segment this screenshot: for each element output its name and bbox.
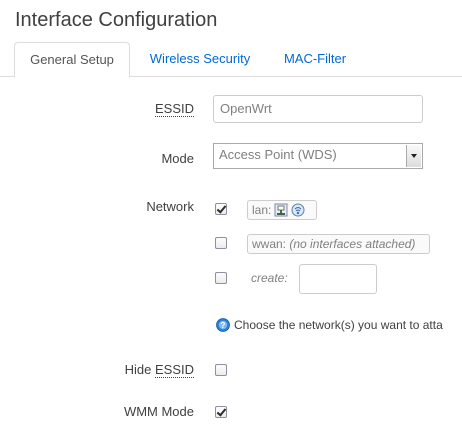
network-wwan-note: (no interfaces attached) bbox=[289, 237, 416, 251]
hide-essid-label-prefix: Hide bbox=[124, 362, 155, 377]
hide-essid-checkbox[interactable] bbox=[215, 364, 227, 376]
network-lan-option[interactable]: lan: bbox=[247, 200, 317, 220]
network-wwan-option[interactable]: wwan: (no interfaces attached) bbox=[247, 234, 430, 254]
network-wwan-name: wwan: bbox=[252, 237, 287, 251]
mode-select-value: Access Point (WDS) bbox=[219, 147, 337, 162]
help-icon: ? bbox=[216, 318, 230, 332]
tab-general-setup[interactable]: General Setup bbox=[14, 42, 130, 78]
mode-label: Mode bbox=[161, 151, 194, 166]
network-create-label: create: bbox=[251, 271, 288, 285]
tab-mac-filter[interactable]: MAC-Filter bbox=[272, 42, 358, 76]
network-lan-checkbox[interactable] bbox=[215, 203, 227, 215]
wmm-mode-checkbox[interactable] bbox=[215, 406, 227, 418]
hide-essid-label-abbr: ESSID bbox=[154, 362, 194, 378]
network-create-checkbox[interactable] bbox=[215, 272, 227, 284]
mode-select[interactable]: Access Point (WDS) bbox=[213, 143, 423, 169]
network-create-input[interactable] bbox=[299, 264, 377, 294]
essid-input[interactable]: OpenWrt bbox=[213, 95, 423, 123]
ethernet-icon bbox=[274, 203, 288, 217]
chevron-down-icon[interactable] bbox=[406, 145, 421, 167]
network-lan-name: lan: bbox=[252, 203, 272, 217]
svg-text:?: ? bbox=[221, 321, 226, 330]
tab-wireless-security[interactable]: Wireless Security bbox=[138, 42, 262, 76]
essid-label: ESSID bbox=[154, 101, 194, 117]
essid-label-text: ESSID bbox=[154, 101, 194, 117]
page-title: Interface Configuration bbox=[15, 9, 218, 31]
hide-essid-label: Hide ESSID bbox=[124, 362, 194, 378]
wmm-mode-label: WMM Mode bbox=[123, 404, 194, 419]
interface-configuration-page: Interface Configuration General Setup Wi… bbox=[0, 0, 462, 438]
wireless-icon bbox=[291, 203, 305, 217]
network-wwan-checkbox[interactable] bbox=[215, 237, 227, 249]
network-hint-text: Choose the network(s) you want to atta bbox=[234, 318, 443, 332]
network-label: Network bbox=[146, 199, 194, 214]
network-hint: ? Choose the network(s) you want to atta bbox=[216, 318, 443, 332]
